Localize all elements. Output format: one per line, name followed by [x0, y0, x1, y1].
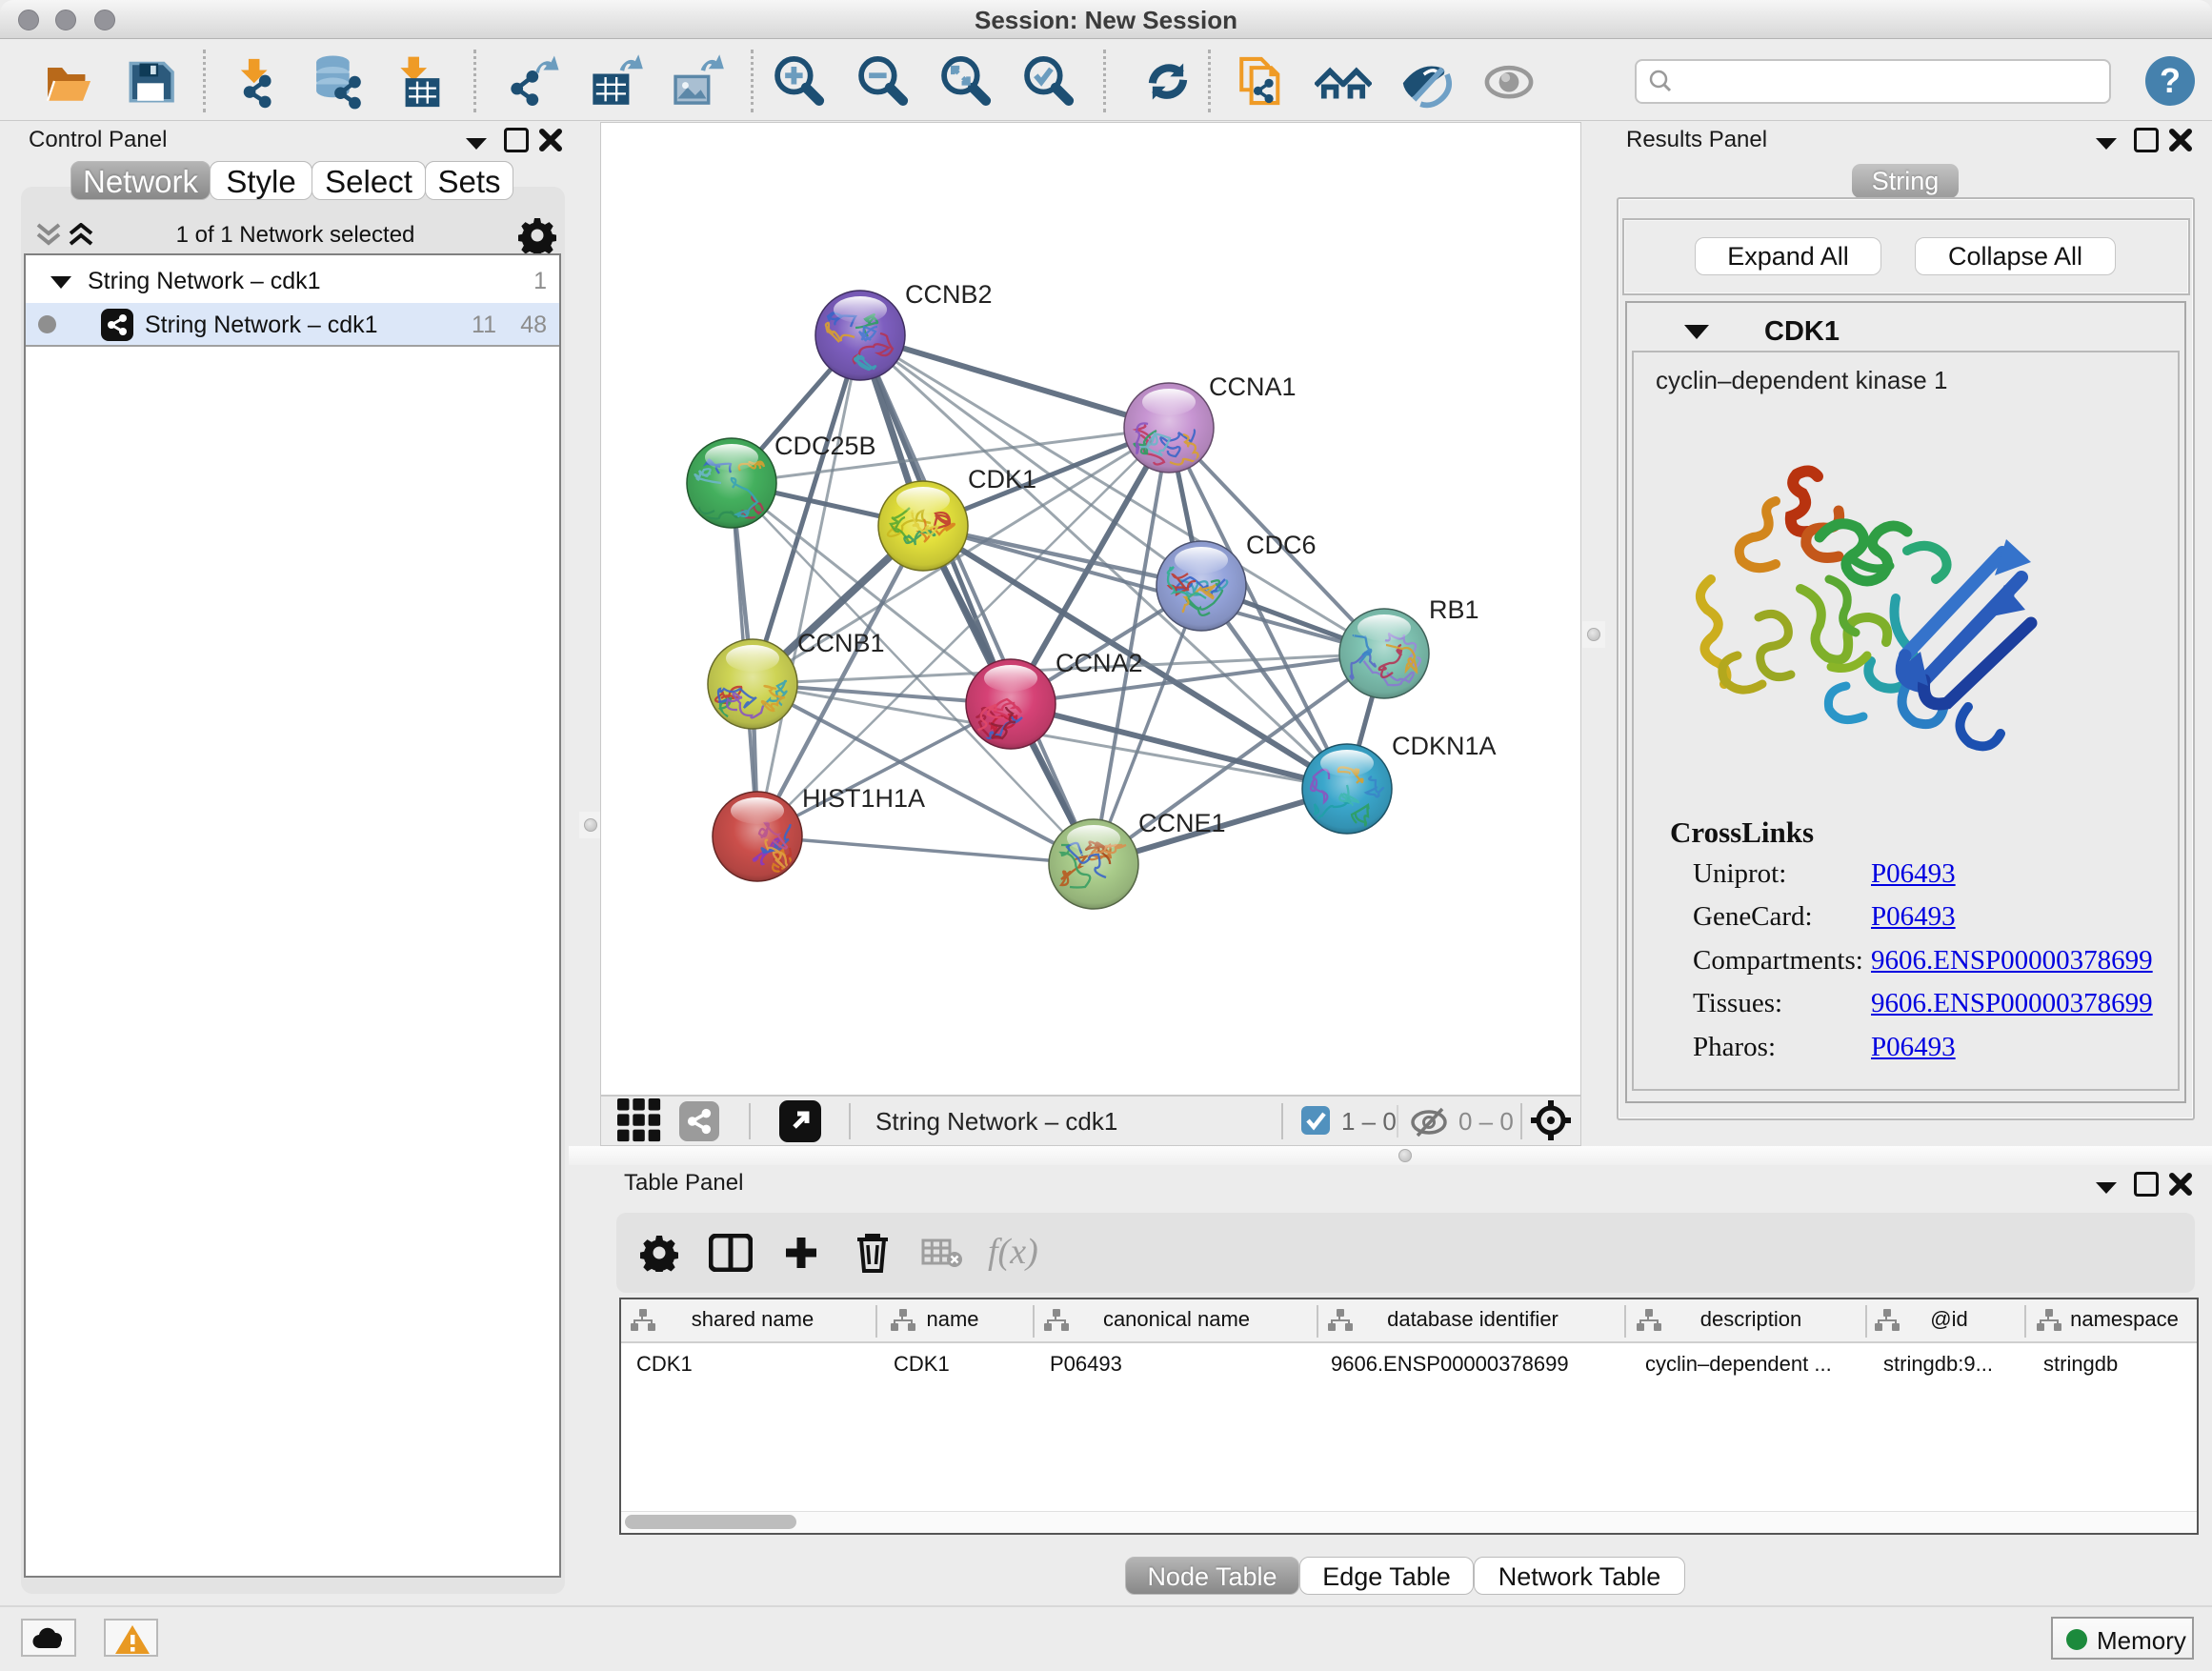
svg-text:RB1: RB1 — [1429, 595, 1479, 624]
svg-text:CCNA1: CCNA1 — [1209, 372, 1297, 401]
svg-text:HIST1H1A: HIST1H1A — [802, 784, 925, 813]
svg-text:CDC6: CDC6 — [1246, 531, 1317, 559]
svg-text:CCNE1: CCNE1 — [1138, 809, 1226, 837]
svg-text:CDK1: CDK1 — [968, 465, 1036, 493]
svg-text:CDKN1A: CDKN1A — [1392, 732, 1497, 760]
svg-text:CCNB1: CCNB1 — [797, 629, 885, 657]
svg-text:CDC25B: CDC25B — [774, 432, 876, 460]
svg-text:CCNB2: CCNB2 — [905, 280, 993, 309]
svg-text:CCNA2: CCNA2 — [1056, 649, 1143, 677]
